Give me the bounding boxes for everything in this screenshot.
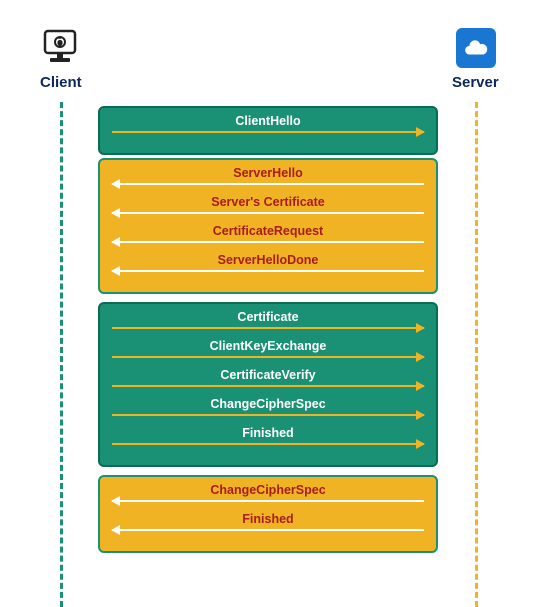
client-label: Client	[40, 74, 82, 91]
arrow-left-icon	[112, 270, 424, 272]
server-label: Server	[452, 74, 499, 91]
message-label: CertificateVerify	[112, 368, 424, 383]
arrow-left-icon	[112, 212, 424, 214]
message-label: ChangeCipherSpec	[112, 483, 424, 498]
message-label: Certificate	[112, 310, 424, 325]
arrow-right-icon	[112, 131, 424, 133]
client-lifeline	[60, 102, 63, 607]
message-label: ClientHello	[112, 114, 424, 129]
cloud-icon	[456, 28, 496, 68]
message-block-3: Certificate ClientKeyExchange CertificateV…	[98, 302, 438, 467]
message-row: Server's Certificate	[112, 195, 424, 224]
message-label: Server's Certificate	[112, 195, 424, 210]
message-row: Finished	[112, 512, 424, 541]
message-label: Finished	[112, 512, 424, 527]
arrow-right-icon	[112, 414, 424, 416]
message-row: ClientHello	[112, 114, 424, 143]
server-lifeline	[475, 102, 478, 607]
arrow-left-icon	[112, 500, 424, 502]
message-label: ChangeCipherSpec	[112, 397, 424, 412]
message-row: Certificate	[112, 310, 424, 339]
header-row: Client Server	[0, 28, 549, 98]
arrow-right-icon	[112, 356, 424, 358]
message-row: CertificateVerify	[112, 368, 424, 397]
message-row: Finished	[112, 426, 424, 455]
message-label: Finished	[112, 426, 424, 441]
message-row: ClientKeyExchange	[112, 339, 424, 368]
message-label: CertificateRequest	[112, 224, 424, 239]
message-row: CertificateRequest	[112, 224, 424, 253]
arrow-right-icon	[112, 385, 424, 387]
message-label: ClientKeyExchange	[112, 339, 424, 354]
message-label: ServerHelloDone	[112, 253, 424, 268]
message-block-4: ChangeCipherSpec Finished	[98, 475, 438, 553]
message-row: ServerHelloDone	[112, 253, 424, 282]
message-block-1: ClientHello	[98, 106, 438, 155]
arrow-left-icon	[112, 529, 424, 531]
arrow-right-icon	[112, 327, 424, 329]
computer-icon	[40, 28, 80, 68]
message-block-2: ServerHello Server's Certificate Certifica…	[98, 158, 438, 294]
message-row: ServerHello	[112, 166, 424, 195]
message-label: ServerHello	[112, 166, 424, 181]
arrow-right-icon	[112, 443, 424, 445]
message-row: ChangeCipherSpec	[112, 483, 424, 512]
arrow-left-icon	[112, 241, 424, 243]
arrow-left-icon	[112, 183, 424, 185]
message-row: ChangeCipherSpec	[112, 397, 424, 426]
